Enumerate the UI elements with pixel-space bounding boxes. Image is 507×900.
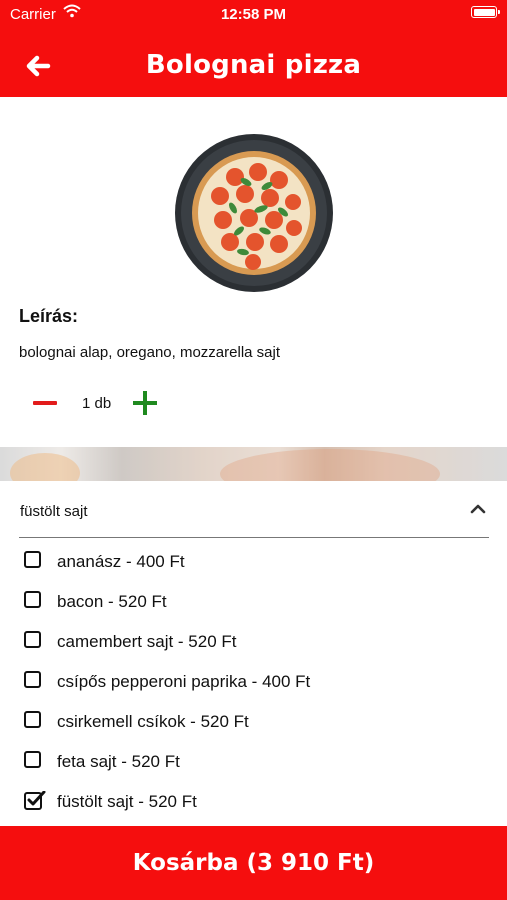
description-title: Leírás:: [19, 306, 79, 326]
extra-option-label: csirkemell csíkok - 520 Ft: [57, 712, 249, 731]
app-header: Carrier 12:58 PM Bolognai pizza: [0, 0, 507, 97]
extra-option-label: camembert sajt - 520 Ft: [57, 632, 237, 651]
extra-option-label: csípős pepperoni paprika - 400 Ft: [57, 672, 311, 691]
description-text: bolognai alap, oregano, mozzarella sajt: [19, 344, 280, 361]
checkbox-icon[interactable]: [24, 591, 41, 608]
extra-option-label: feta sajt - 520 Ft: [57, 752, 180, 771]
banner-image: [0, 447, 507, 481]
decrease-quantity-button[interactable]: [31, 389, 59, 417]
extras-dropdown[interactable]: füstölt sajt: [19, 481, 489, 538]
checkbox-icon[interactable]: [24, 751, 41, 768]
extra-option-label: ananász - 400 Ft: [57, 552, 185, 571]
battery-icon: [471, 6, 500, 18]
extra-option-label: bacon - 520 Ft: [57, 592, 167, 611]
add-to-cart-button[interactable]: Kosárba (3 910 Ft): [0, 826, 507, 900]
checkbox-icon[interactable]: [24, 551, 41, 568]
checkbox-icon[interactable]: [24, 711, 41, 728]
checkbox-icon[interactable]: [24, 671, 41, 688]
status-bar: Carrier 12:58 PM: [0, 0, 507, 28]
quantity-value: 1 db: [82, 395, 112, 412]
clock: 12:58 PM: [220, 6, 287, 23]
checkbox-icon[interactable]: [24, 631, 41, 648]
page-title: Bolognai pizza: [145, 50, 362, 80]
chevron-up-icon: [470, 504, 486, 514]
extra-option-label: füstölt sajt - 520 Ft: [57, 792, 197, 811]
pizza-image: [175, 134, 333, 292]
extras-dropdown-value: füstölt sajt: [20, 503, 88, 520]
increase-quantity-button[interactable]: [131, 389, 159, 417]
checkbox-checked-icon[interactable]: [24, 790, 46, 810]
